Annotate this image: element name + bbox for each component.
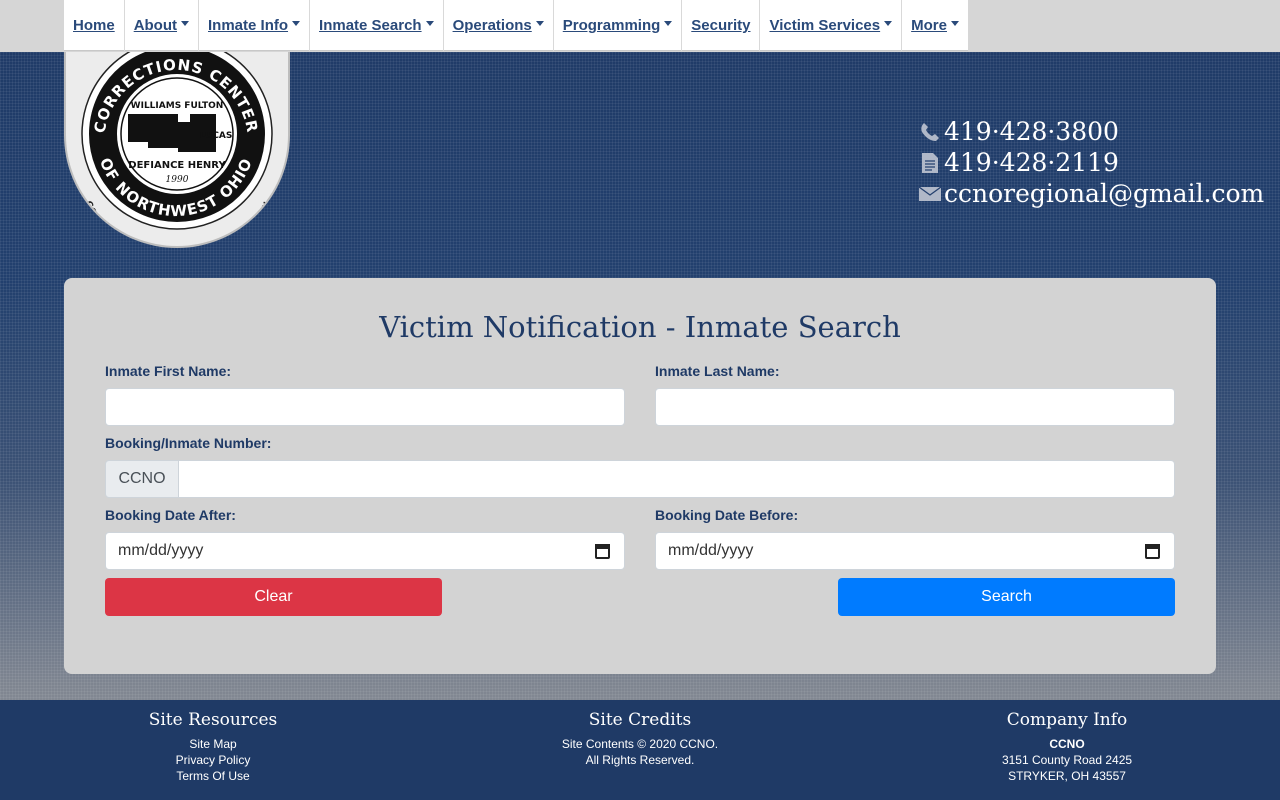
nav-inmate-info[interactable]: Inmate Info <box>199 0 311 51</box>
chevron-down-icon <box>535 21 544 26</box>
footer-credits-title: Site Credits <box>588 710 692 730</box>
date-before-placeholder: mm/dd/yyyy <box>668 542 754 559</box>
footer-company-title: Company Info <box>1006 710 1128 730</box>
nav-security[interactable]: Security <box>682 0 761 51</box>
search-button[interactable]: Search <box>838 578 1175 616</box>
date-after-label: Booking Date After: <box>105 507 236 523</box>
search-card: Victim Notification - Inmate Search Inma… <box>64 278 1216 674</box>
main-nav: Home About Inmate Info Inmate Search Ope… <box>64 0 968 51</box>
nav-more[interactable]: More <box>902 0 968 51</box>
contact-email[interactable]: ccnoregional@gmail.com <box>918 178 1264 209</box>
seal-logo-icon: CORRECTIONS CENTER OF NORTHWEST OHIO COR… <box>81 52 273 246</box>
footer: Site Resources Site Map Privacy Policy T… <box>0 700 1280 800</box>
date-after-placeholder: mm/dd/yyyy <box>118 542 204 559</box>
first-name-input[interactable] <box>105 388 625 426</box>
footer-copyright: Site Contents © 2020 CCNO. <box>561 737 719 751</box>
nav-inmate-info-label: Inmate Info <box>208 17 289 34</box>
date-before-label: Booking Date Before: <box>655 507 799 523</box>
footer-link-privacy-policy[interactable]: Privacy Policy <box>63 752 363 768</box>
booking-number-label: Booking/Inmate Number: <box>105 435 272 451</box>
phone-icon <box>918 120 942 144</box>
nav-home-label: Home <box>73 17 115 34</box>
contact-phone[interactable]: 419·428·3800 <box>918 116 1264 147</box>
nav-operations-label: Operations <box>452 17 532 34</box>
chevron-down-icon <box>425 21 434 26</box>
footer-address-line2: STRYKER, OH 43557 <box>1008 769 1126 783</box>
nav-inmate-search-label: Inmate Search <box>319 17 422 34</box>
footer-resources-title: Site Resources <box>148 710 278 730</box>
nav-victim-services-label: Victim Services <box>769 17 881 34</box>
contact-info: 419·428·3800 419·428·2119 ccnoregional@g… <box>918 116 1264 209</box>
nav-home[interactable]: Home <box>64 0 125 51</box>
logo-county-right: LUCAS <box>200 131 233 141</box>
calendar-icon[interactable] <box>1145 544 1160 559</box>
contact-fax[interactable]: 419·428·2119 <box>918 147 1264 178</box>
last-name-label: Inmate Last Name: <box>655 363 780 379</box>
email-text: ccnoregional@gmail.com <box>944 179 1265 208</box>
nav-victim-services[interactable]: Victim Services <box>760 0 903 51</box>
chevron-down-icon <box>950 21 959 26</box>
chevron-down-icon <box>181 21 190 26</box>
envelope-icon <box>918 182 942 206</box>
nav-operations[interactable]: Operations <box>444 0 554 51</box>
fax-text: 419·428·2119 <box>944 148 1119 177</box>
footer-company-info: Company Info CCNO 3151 County Road 2425 … <box>917 710 1217 784</box>
nav-about[interactable]: About <box>125 0 200 51</box>
footer-site-resources: Site Resources Site Map Privacy Policy T… <box>63 710 363 784</box>
nav-about-label: About <box>133 17 178 34</box>
page-title: Victim Notification - Inmate Search <box>379 310 901 344</box>
chevron-down-icon <box>664 21 673 26</box>
calendar-icon[interactable] <box>595 544 610 559</box>
last-name-input[interactable] <box>655 388 1175 426</box>
nav-programming[interactable]: Programming <box>554 0 683 51</box>
date-before-input[interactable]: mm/dd/yyyy <box>655 532 1175 570</box>
first-name-label: Inmate First Name: <box>105 363 232 379</box>
nav-more-label: More <box>911 17 947 34</box>
chevron-down-icon <box>292 21 301 26</box>
footer-company-name: CCNO <box>1049 737 1085 751</box>
logo-year: 1990 <box>166 175 189 185</box>
footer-link-site-map[interactable]: Site Map <box>63 736 363 752</box>
fax-document-icon <box>918 151 942 175</box>
footer-link-terms[interactable]: Terms Of Use <box>63 768 363 784</box>
nav-inmate-search[interactable]: Inmate Search <box>310 0 444 51</box>
footer-rights: All Rights Reserved. <box>585 753 695 767</box>
chevron-down-icon <box>884 21 893 26</box>
logo-counties-bottom: DEFIANCE HENRY <box>128 160 226 171</box>
booking-number-input[interactable] <box>178 460 1175 498</box>
logo[interactable]: CORRECTIONS CENTER OF NORTHWEST OHIO COR… <box>64 52 290 248</box>
nav-security-label: Security <box>691 17 751 34</box>
footer-address-line1: 3151 County Road 2425 <box>1001 753 1133 767</box>
footer-site-credits: Site Credits Site Contents © 2020 CCNO. … <box>490 710 790 768</box>
booking-prefix: CCNO <box>105 460 179 498</box>
nav-programming-label: Programming <box>562 17 661 34</box>
phone-text: 419·428·3800 <box>944 117 1119 146</box>
clear-button[interactable]: Clear <box>105 578 442 616</box>
date-after-input[interactable]: mm/dd/yyyy <box>105 532 625 570</box>
logo-counties-top: WILLIAMS FULTON <box>131 101 224 111</box>
